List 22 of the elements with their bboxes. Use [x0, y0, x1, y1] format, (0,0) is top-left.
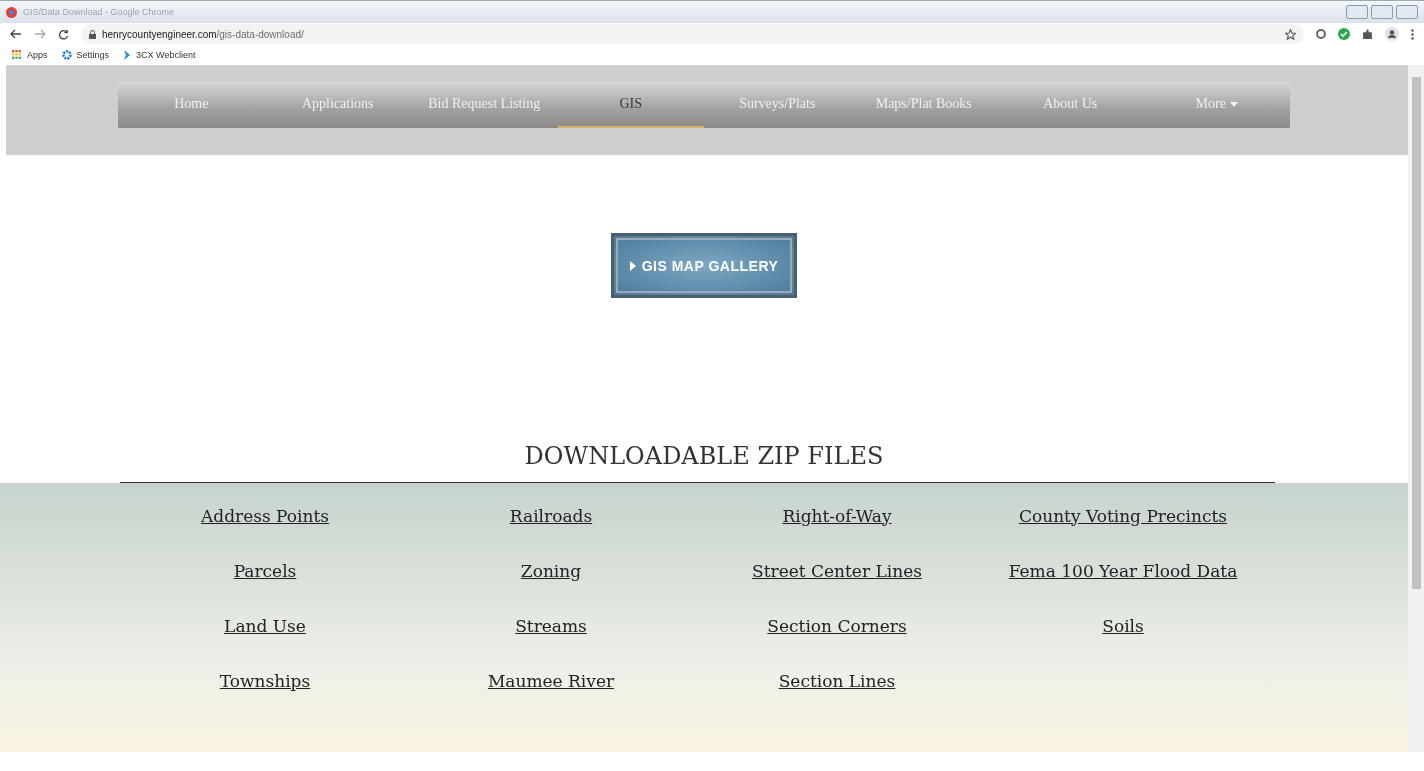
download-link[interactable]: Section Corners [767, 615, 907, 636]
download-link[interactable]: Streams [515, 615, 587, 636]
window-title: GIS/Data Download - Google Chrome [23, 7, 175, 17]
bookmark-link[interactable]: Settings [76, 50, 110, 60]
download-link[interactable]: Fema 100 Year Flood Data [1008, 560, 1238, 581]
download-link[interactable]: Land Use [224, 615, 306, 636]
download-link[interactable]: Zoning [520, 560, 582, 581]
download-link[interactable]: County Voting Precincts [1018, 505, 1227, 526]
nav-link[interactable]: GIS [557, 82, 704, 128]
download-link[interactable]: Right-of-Way [782, 505, 892, 526]
bookmark-link[interactable]: Apps [27, 50, 48, 60]
download-link[interactable]: Parcels [233, 560, 297, 581]
download-link[interactable]: Maumee River [487, 670, 615, 691]
download-link[interactable]: Address Points [201, 505, 329, 526]
download-link[interactable]: Street Center Lines [752, 560, 922, 581]
download-link[interactable]: Section Lines [778, 670, 896, 691]
download-link[interactable]: Railroads [509, 505, 593, 526]
address-bar[interactable]: henrycountyengineer.com/gis-data-download/ [81, 24, 1304, 44]
section-heading: DOWNLOADABLE ZIP FILES [523, 441, 885, 472]
bookmark-link[interactable]: 3CX Webclient [136, 50, 196, 60]
download-link[interactable]: Townships [219, 670, 311, 691]
download-link[interactable]: Soils [1102, 615, 1144, 636]
